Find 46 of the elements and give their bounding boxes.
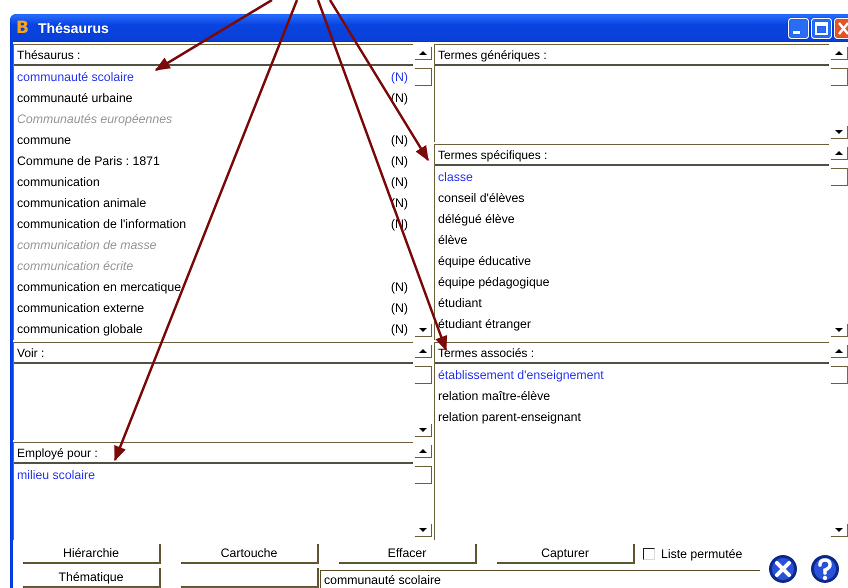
list-item[interactable]: communication en mercatique (N) <box>14 276 413 297</box>
list-item[interactable]: Commune de Paris : 1871 (N) <box>14 150 413 171</box>
maximize-button[interactable] <box>811 18 832 38</box>
scroll-thumb[interactable] <box>831 168 848 186</box>
panel-header: Termes génériques : <box>435 45 829 66</box>
scroll-thumb[interactable] <box>415 466 432 484</box>
list-item[interactable]: délégué élève <box>435 208 829 229</box>
term-field[interactable]: communauté scolaire <box>320 570 760 588</box>
action-button[interactable]: Thématique <box>23 568 161 588</box>
action-button[interactable]: Capturer <box>497 544 635 564</box>
list-item[interactable]: classe <box>435 166 829 187</box>
scroll-thumb[interactable] <box>831 68 848 86</box>
scroll-thumb[interactable] <box>415 68 432 86</box>
panel-header: Thésaurus : <box>14 45 413 66</box>
panel-header: Voir : <box>14 343 413 364</box>
checkbox-label: Liste permutée <box>661 547 742 561</box>
list-item[interactable]: établissement d'enseignement <box>435 364 829 385</box>
app-logo: B <box>16 18 30 38</box>
list-item[interactable]: étudiant étranger <box>435 313 829 334</box>
list-item[interactable]: équipe éducative <box>435 250 829 271</box>
action-button[interactable]: Effacer <box>339 544 477 564</box>
list-item[interactable]: communication globale (N) <box>14 318 413 339</box>
list-item[interactable]: commune (N) <box>14 129 413 150</box>
help-icon[interactable] <box>810 554 840 584</box>
action-button[interactable]: Hiérarchie <box>23 544 161 564</box>
list-item[interactable]: communauté scolaire (N) <box>14 66 413 87</box>
window-title: Thésaurus <box>38 20 110 36</box>
minimize-button[interactable] <box>788 18 809 38</box>
list-item[interactable]: élève <box>435 229 829 250</box>
list-item[interactable]: relation maître-élève <box>435 385 829 406</box>
list-item[interactable]: communication externe (N) <box>14 297 413 318</box>
close-icon[interactable] <box>768 554 798 584</box>
scroll-thumb[interactable] <box>831 366 848 384</box>
panel-header: Employé pour : <box>14 443 413 464</box>
checkbox[interactable] <box>643 548 655 560</box>
scroll-thumb[interactable] <box>415 366 432 384</box>
panel-header: Termes spécifiques : <box>435 145 829 166</box>
list-item[interactable]: étudiant <box>435 292 829 313</box>
list-item[interactable]: communication (N) <box>14 171 413 192</box>
close-button[interactable] <box>834 18 848 38</box>
action-button[interactable]: Cartouche <box>181 544 319 564</box>
panel-header: Termes associés : <box>435 343 829 364</box>
list-item[interactable]: équipe pédagogique <box>435 271 829 292</box>
list-item[interactable]: relation parent-enseignant <box>435 406 829 427</box>
list-item[interactable]: milieu scolaire <box>14 464 413 485</box>
list-item[interactable]: conseil d'élèves <box>435 187 829 208</box>
